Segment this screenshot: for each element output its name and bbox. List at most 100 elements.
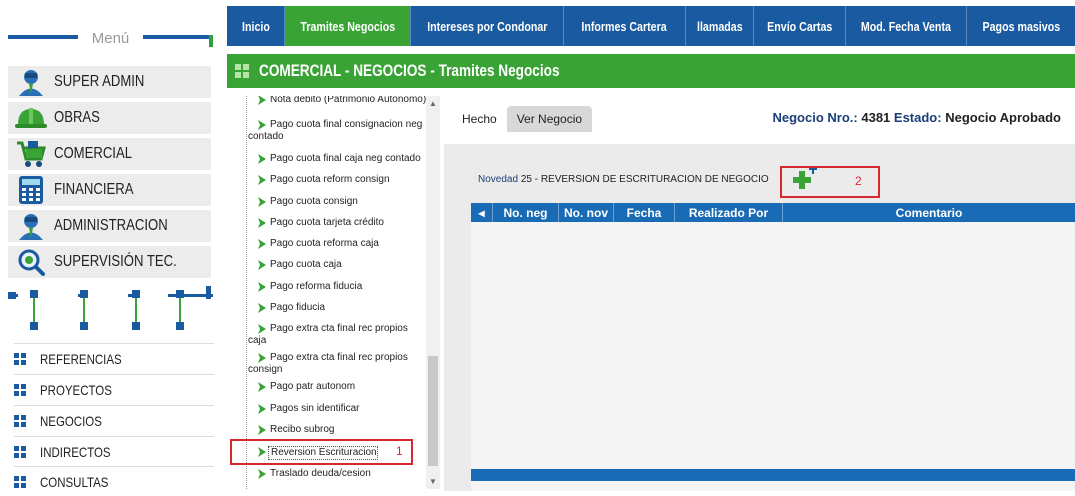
user-icon	[8, 65, 54, 99]
chevron-right-icon	[258, 282, 266, 292]
role-label: FINANCIERA	[54, 181, 134, 198]
tree-item[interactable]: Traslado deuda/cesion	[248, 468, 428, 480]
annotation-label-1: 1	[396, 444, 403, 458]
menu-connector-decoration	[8, 286, 213, 330]
scroll-down-icon[interactable]: ▼	[429, 477, 437, 486]
annotation-box-2	[780, 166, 880, 198]
col-no-neg[interactable]: No. neg	[493, 203, 559, 222]
chevron-right-icon	[258, 469, 266, 479]
calculator-icon	[8, 173, 54, 207]
tree-item[interactable]: Pago extra cta final rec propios consign	[248, 352, 428, 376]
tree-item-label: Pago cuota reform consign	[270, 174, 390, 185]
grid-header: ◂ No. neg No. nov Fecha Realizado Por Co…	[471, 203, 1075, 222]
role-supervision-tec[interactable]: SUPERVISIÓN TEC.	[8, 246, 211, 280]
tree-item-label: Pagos sin identificar	[270, 403, 360, 414]
chevron-right-icon	[258, 382, 266, 392]
annotation-label-2: 2	[855, 174, 862, 188]
role-label: OBRAS	[54, 109, 100, 126]
tab-envio-cartas[interactable]: Envío Cartas	[754, 6, 846, 46]
chevron-right-icon	[258, 404, 266, 414]
role-super-admin[interactable]: SUPER ADMIN	[8, 66, 211, 100]
top-nav: Inicio Tramites Negocios Intereses por C…	[227, 6, 1075, 46]
grid-footer	[471, 469, 1075, 481]
role-label: SUPERVISIÓN TEC.	[54, 253, 177, 270]
nav-negocios[interactable]: NEGOCIOS	[14, 405, 214, 435]
magnifier-icon	[8, 245, 54, 279]
chevron-right-icon	[258, 239, 266, 249]
nav-proyectos[interactable]: PROYECTOS	[14, 374, 214, 404]
subtabs: Hecho Ver Negocio	[452, 106, 593, 132]
tree-item[interactable]: Pago cuota consign	[248, 196, 428, 208]
tree-item-label: Pago extra cta final rec propios caja	[248, 323, 408, 346]
role-administracion[interactable]: ADMINISTRACION	[8, 210, 211, 244]
col-fecha[interactable]: Fecha	[614, 203, 675, 222]
tab-llamadas[interactable]: llamadas	[686, 6, 754, 46]
estado-value: Negocio Aprobado	[945, 110, 1061, 125]
grid-icon	[14, 475, 26, 488]
tab-inicio[interactable]: Inicio	[227, 6, 285, 46]
chevron-right-icon	[258, 425, 266, 435]
collapse-icon[interactable]: ◂	[471, 203, 493, 222]
content-panel: Hecho Ver Negocio Negocio Nro.: 4381 Est…	[444, 96, 1075, 491]
hardhat-icon	[8, 101, 54, 135]
grid-icon	[14, 352, 26, 365]
tree-item[interactable]: Pago reforma fiducia	[248, 281, 428, 293]
negocio-number: 4381	[861, 110, 891, 125]
scroll-thumb[interactable]	[428, 356, 438, 466]
role-comercial[interactable]: COMERCIAL	[8, 138, 211, 172]
chevron-right-icon	[258, 175, 266, 185]
novedad-label: Novedad	[478, 174, 519, 185]
estado-label: Estado:	[893, 110, 942, 125]
chevron-right-icon	[258, 353, 266, 363]
tab-informes-cartera[interactable]: Informes Cartera	[564, 6, 686, 46]
tree-item[interactable]: Pago cuota caja	[248, 259, 428, 271]
tree-item[interactable]: Pago cuota final consignacion neg contad…	[248, 119, 428, 143]
tree-item[interactable]: Recibo subrog	[248, 424, 428, 436]
role-label: ADMINISTRACION	[54, 217, 168, 234]
chevron-right-icon	[258, 96, 266, 105]
tab-mod-fecha-venta[interactable]: Mod. Fecha Venta	[846, 6, 967, 46]
tab-intereses-por-condonar[interactable]: Intereses por Condonar	[411, 6, 564, 46]
nav-referencias[interactable]: REFERENCIAS	[14, 343, 214, 373]
tree-scrollbar[interactable]: ▲ ▼	[426, 96, 440, 489]
role-financiera[interactable]: FINANCIERA	[8, 174, 211, 208]
grid-icon	[235, 64, 249, 78]
grid-icon	[14, 414, 26, 427]
scroll-up-icon[interactable]: ▲	[429, 99, 437, 108]
tab-pagos-masivos[interactable]: Pagos masivos	[967, 6, 1075, 46]
tree-item-label: Pago cuota caja	[270, 259, 342, 270]
novedad-line: Novedad 25 - REVERSION DE ESCRITURACION …	[478, 174, 769, 185]
page-title: COMERCIAL - NEGOCIOS - Tramites Negocios	[259, 61, 560, 80]
subtab-ver-negocio[interactable]: Ver Negocio	[506, 106, 593, 132]
tree-item[interactable]: Pago cuota reforma caja	[248, 238, 428, 250]
tree-item[interactable]: Pago cuota tarjeta crédito	[248, 217, 428, 229]
tree-item-label: Pago extra cta final rec propios consign	[248, 352, 408, 375]
tree-item-label: Pago fiducia	[270, 302, 326, 313]
tree-item-label: Pago cuota consign	[270, 196, 358, 207]
tree-item[interactable]: Pago cuota reform consign	[248, 174, 428, 186]
col-no-nov[interactable]: No. nov	[559, 203, 614, 222]
tree-item-label: Traslado deuda/cesion	[270, 468, 371, 479]
tree-item[interactable]: Pagos sin identificar	[248, 403, 428, 415]
role-label: SUPER ADMIN	[54, 73, 145, 90]
tree-item[interactable]: Pago cuota final caja neg contado	[248, 153, 428, 165]
tree-item[interactable]: Pago patr autonom	[248, 381, 428, 393]
subtab-hecho[interactable]: Hecho	[452, 106, 507, 132]
tree-guide-line	[246, 96, 247, 489]
nav-consultas[interactable]: CONSULTAS	[14, 466, 214, 496]
menu-header: Menú	[8, 30, 213, 60]
col-comentario[interactable]: Comentario	[783, 203, 1075, 222]
tree-item[interactable]: Pago fiducia	[248, 302, 428, 314]
tree-item[interactable]: Nota debito (Patrimonio Autonomo)	[248, 96, 428, 106]
col-realizado-por[interactable]: Realizado Por	[675, 203, 783, 222]
sidebar: Menú SUPER ADMIN OBRAS COMERCIAL FINANCI…	[0, 0, 218, 491]
tramite-tree: Nota debito (Patrimonio Autonomo) Pago cu…	[238, 96, 440, 489]
tab-tramites-negocios[interactable]: Tramites Negocios	[285, 6, 411, 46]
novedad-grid: ◂ No. neg No. nov Fecha Realizado Por Co…	[471, 203, 1075, 491]
nav-indirectos[interactable]: INDIRECTOS	[14, 436, 214, 466]
tree-item-label: Pago cuota final caja neg contado	[270, 153, 421, 164]
tree-item[interactable]: Pago extra cta final rec propios caja	[248, 323, 428, 347]
tree-item-label: Pago patr autonom	[270, 381, 356, 392]
role-obras[interactable]: OBRAS	[8, 102, 211, 136]
section-header: COMERCIAL - NEGOCIOS - Tramites Negocios	[227, 54, 1075, 88]
